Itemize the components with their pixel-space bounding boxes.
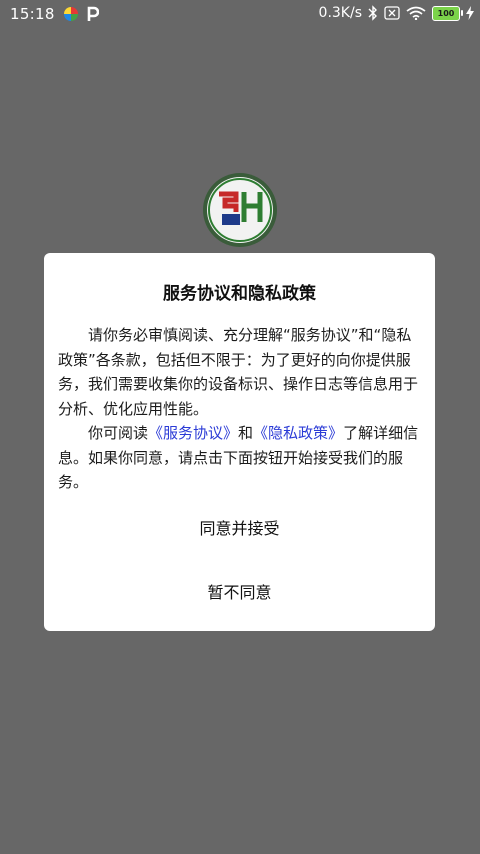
dialog-title: 服务协议和隐私政策 (163, 284, 316, 304)
app-logo (202, 172, 278, 248)
battery-level: 100 (437, 8, 455, 18)
sim-x-icon (384, 6, 400, 20)
status-right: 0.3K/s 100 (319, 5, 474, 21)
status-left: 15:18 (10, 5, 99, 23)
p-app-icon (87, 6, 99, 22)
decline-button[interactable]: 暂不同意 (44, 579, 435, 603)
privacy-dialog: 服务协议和隐私政策 请你务必审慎阅读、充分理解“服务协议”和“隐私政策”各条款，… (44, 253, 435, 631)
status-bar: 15:18 0.3K/s 100 (0, 0, 480, 30)
accept-button[interactable]: 同意并接受 (44, 515, 435, 539)
battery-icon: 100 (432, 5, 463, 21)
charging-icon (466, 6, 474, 20)
wifi-icon (406, 6, 426, 20)
pinwheel-app-icon (63, 6, 79, 22)
status-time: 15:18 (10, 5, 55, 23)
dialog-body: 请你务必审慎阅读、充分理解“服务协议”和“隐私政策”各条款，包括但不限于：为了更… (58, 323, 424, 495)
dialog-paragraph-1: 请你务必审慎阅读、充分理解“服务协议”和“隐私政策”各条款，包括但不限于：为了更… (58, 326, 419, 418)
paragraph-2-and: 和 (238, 424, 254, 442)
dialog-paragraph-2: 你可阅读《服务协议》和《隐私政策》了解详细信息。如果你同意，请点击下面按钮开始接… (58, 421, 424, 495)
network-speed: 0.3K/s (318, 5, 362, 21)
paragraph-2-prefix: 你可阅读 (88, 424, 149, 442)
privacy-policy-link[interactable]: 《隐私政策》 (253, 424, 343, 442)
bluetooth-icon (368, 5, 378, 21)
service-agreement-link[interactable]: 《服务协议》 (148, 424, 238, 442)
